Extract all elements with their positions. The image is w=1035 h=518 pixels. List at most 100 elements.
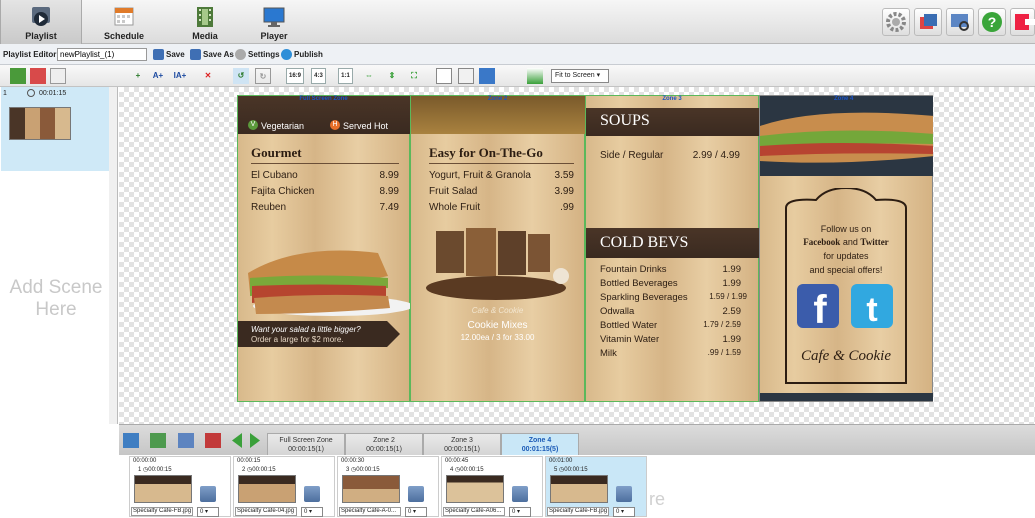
fit-height-icon[interactable]: ⇕ bbox=[384, 68, 400, 84]
served-hot-label: Served Hot bbox=[343, 121, 389, 131]
card-thumbnail bbox=[238, 475, 296, 503]
delete-scene-icon[interactable] bbox=[30, 68, 46, 84]
display-button[interactable] bbox=[914, 8, 942, 36]
served-hot-icon: H bbox=[330, 120, 340, 130]
cookie-mixes-price: 12.00ea / 3 for 33.00 bbox=[460, 333, 535, 342]
follow-line-1: Follow us on bbox=[820, 224, 872, 234]
card-dropdown[interactable]: 0 ▾ bbox=[301, 507, 323, 517]
card-duration: 5 ◷00:00:15 bbox=[554, 467, 588, 473]
playlist-editor-label: Playlist Editor - bbox=[3, 50, 62, 59]
timeline-panel: Full Screen Zone 00:00:15(1) Zone 2 00:00:… bbox=[119, 424, 1035, 518]
save-icon bbox=[153, 49, 164, 60]
save-button[interactable]: Save bbox=[153, 48, 185, 61]
card-dropdown[interactable]: 0 ▾ bbox=[405, 507, 427, 517]
zone-tab-4[interactable]: Zone 4 00:01:15(5) bbox=[501, 433, 579, 455]
menu-board: Full Screen Zone V Vegetarian H Served H… bbox=[237, 95, 933, 402]
tab-schedule[interactable]: Schedule bbox=[83, 0, 165, 44]
remove-media-icon[interactable] bbox=[304, 486, 320, 502]
copy-scene-icon[interactable] bbox=[50, 68, 66, 84]
card-dropdown[interactable]: 0 ▾ bbox=[613, 507, 635, 517]
tab-playlist[interactable]: Playlist bbox=[0, 0, 82, 44]
media-card[interactable]: 00:00:45 4 ◷00:00:15 Specialty Cafe-A06.… bbox=[441, 456, 543, 517]
drop-hint: re bbox=[649, 489, 666, 509]
layers-icon[interactable] bbox=[527, 68, 543, 84]
frame-icon[interactable] bbox=[436, 68, 452, 84]
scene-scrollbar[interactable] bbox=[109, 87, 117, 424]
paste-icon[interactable] bbox=[458, 68, 474, 84]
undo-icon[interactable]: ↺ bbox=[233, 68, 249, 84]
add-scene-icon[interactable] bbox=[10, 68, 26, 84]
card-filename: Specialty Cafe-A-0... bbox=[339, 507, 401, 516]
fill-icon[interactable]: ⛶ bbox=[406, 68, 422, 84]
soups-heading: SOUPS bbox=[600, 112, 650, 129]
card-thumbnail bbox=[134, 475, 192, 503]
menu-item: Side / Regular 2.99 / 4.99 bbox=[600, 150, 740, 161]
zoom-select[interactable]: Fit to Screen ▾ bbox=[551, 69, 609, 83]
playlist-name-input[interactable] bbox=[57, 48, 147, 61]
fit-width-icon[interactable]: ⇔ bbox=[361, 68, 377, 84]
prev-arrow-icon[interactable] bbox=[232, 433, 242, 448]
save-as-button[interactable]: Save As bbox=[190, 48, 234, 61]
scene-duration: 00:01:15 bbox=[39, 90, 67, 97]
editor-canvas[interactable]: Full Screen Zone V Vegetarian H Served H… bbox=[119, 87, 1035, 424]
and-text: and bbox=[842, 237, 858, 247]
zone-toolbar: + A+ IA+ ✕ ↺ ↻ 16:9 4:3 1:1 ⇔ ⇕ ⛶ Fit to… bbox=[0, 65, 1035, 87]
remove-media-icon[interactable] bbox=[200, 486, 216, 502]
add-zone-icon[interactable]: + bbox=[130, 68, 146, 84]
card-start-time: 00:01:00 bbox=[549, 458, 573, 464]
preview-button[interactable] bbox=[946, 8, 974, 36]
card-start-time: 00:00:45 bbox=[445, 458, 469, 464]
media-card[interactable]: 00:00:00 1 ◷00:00:15 Specialty Cafe-FB.j… bbox=[129, 456, 231, 517]
timeline-remove-icon[interactable] bbox=[205, 433, 221, 448]
menu-item: Whole Fruit .99 bbox=[429, 202, 574, 213]
remove-media-icon[interactable] bbox=[408, 486, 424, 502]
card-duration: 3 ◷00:00:15 bbox=[346, 467, 380, 473]
timeline-edit-icon[interactable] bbox=[178, 433, 194, 448]
settings-label: Settings bbox=[248, 50, 280, 59]
remove-media-icon[interactable] bbox=[512, 486, 528, 502]
help-button[interactable]: ? bbox=[978, 8, 1006, 36]
zone-4[interactable]: Zone 4 Follow us on Facebook and Twitter… bbox=[759, 95, 933, 402]
tab-player[interactable]: Player bbox=[233, 0, 315, 44]
scene-item[interactable]: 1 00:01:15 bbox=[1, 87, 109, 171]
zone-3[interactable]: Zone 3 SOUPS Side / Regular 2.99 / 4.99 C… bbox=[585, 95, 760, 402]
promo-line-2: Order a large for $2 more. bbox=[251, 335, 344, 344]
add-scene-placeholder[interactable]: Add Scene Here bbox=[0, 277, 112, 321]
media-card-selected[interactable]: 00:01:00 5 ◷00:00:15 Specialty Cafe-FB.j… bbox=[545, 456, 647, 517]
timeline-add-icon[interactable] bbox=[123, 433, 139, 448]
settings-link[interactable]: Settings bbox=[235, 48, 280, 61]
remove-media-icon[interactable] bbox=[616, 486, 632, 502]
zone-tab-3[interactable]: Zone 3 00:00:15(1) bbox=[423, 433, 501, 455]
card-filename: Specialty Cafe-FB.jpg bbox=[131, 507, 193, 516]
card-dropdown[interactable]: 0 ▾ bbox=[197, 507, 219, 517]
next-arrow-icon[interactable] bbox=[250, 433, 260, 448]
zone-tab-full-screen[interactable]: Full Screen Zone 00:00:15(1) bbox=[267, 433, 345, 455]
delete-zone-icon[interactable]: ✕ bbox=[200, 68, 216, 84]
add-text-icon[interactable]: A+ bbox=[150, 68, 166, 84]
ratio-16-9-button[interactable]: 16:9 bbox=[286, 68, 304, 84]
media-card[interactable]: 00:00:15 2 ◷00:00:15 Specialty Cafe-04.j… bbox=[233, 456, 335, 517]
tab-playlist-label: Playlist bbox=[25, 31, 57, 41]
image-icon[interactable] bbox=[479, 68, 495, 84]
exit-button[interactable] bbox=[1010, 8, 1035, 36]
zone-2[interactable]: Zone 2 Easy for On-The-Go Yogurt, Fruit … bbox=[410, 95, 586, 402]
ratio-1-1-button[interactable]: 1:1 bbox=[338, 68, 353, 84]
redo-icon[interactable]: ↻ bbox=[255, 68, 271, 84]
add-label-icon[interactable]: IA+ bbox=[172, 68, 188, 84]
zone-tab-2[interactable]: Zone 2 00:00:15(1) bbox=[345, 433, 423, 455]
ratio-4-3-button[interactable]: 4:3 bbox=[311, 68, 326, 84]
timeline-media-icon[interactable] bbox=[150, 433, 166, 448]
twitter-text: Twitter bbox=[860, 237, 889, 247]
sandwich-image bbox=[248, 250, 411, 316]
sandwich-photo bbox=[760, 96, 933, 176]
schedule-icon bbox=[114, 7, 134, 26]
publish-button[interactable]: Publish bbox=[281, 48, 323, 61]
card-duration: 4 ◷00:00:15 bbox=[450, 467, 484, 473]
zone-full-screen[interactable]: Full Screen Zone V Vegetarian H Served H… bbox=[237, 95, 411, 402]
menu-item: Reuben 7.49 bbox=[251, 202, 399, 213]
media-card[interactable]: 00:00:30 3 ◷00:00:15 Specialty Cafe-A-0.… bbox=[337, 456, 439, 517]
follow-line-4: and special offers! bbox=[809, 265, 883, 275]
card-dropdown[interactable]: 0 ▾ bbox=[509, 507, 531, 517]
settings-button[interactable] bbox=[882, 8, 910, 36]
card-duration: 2 ◷00:00:15 bbox=[242, 467, 276, 473]
